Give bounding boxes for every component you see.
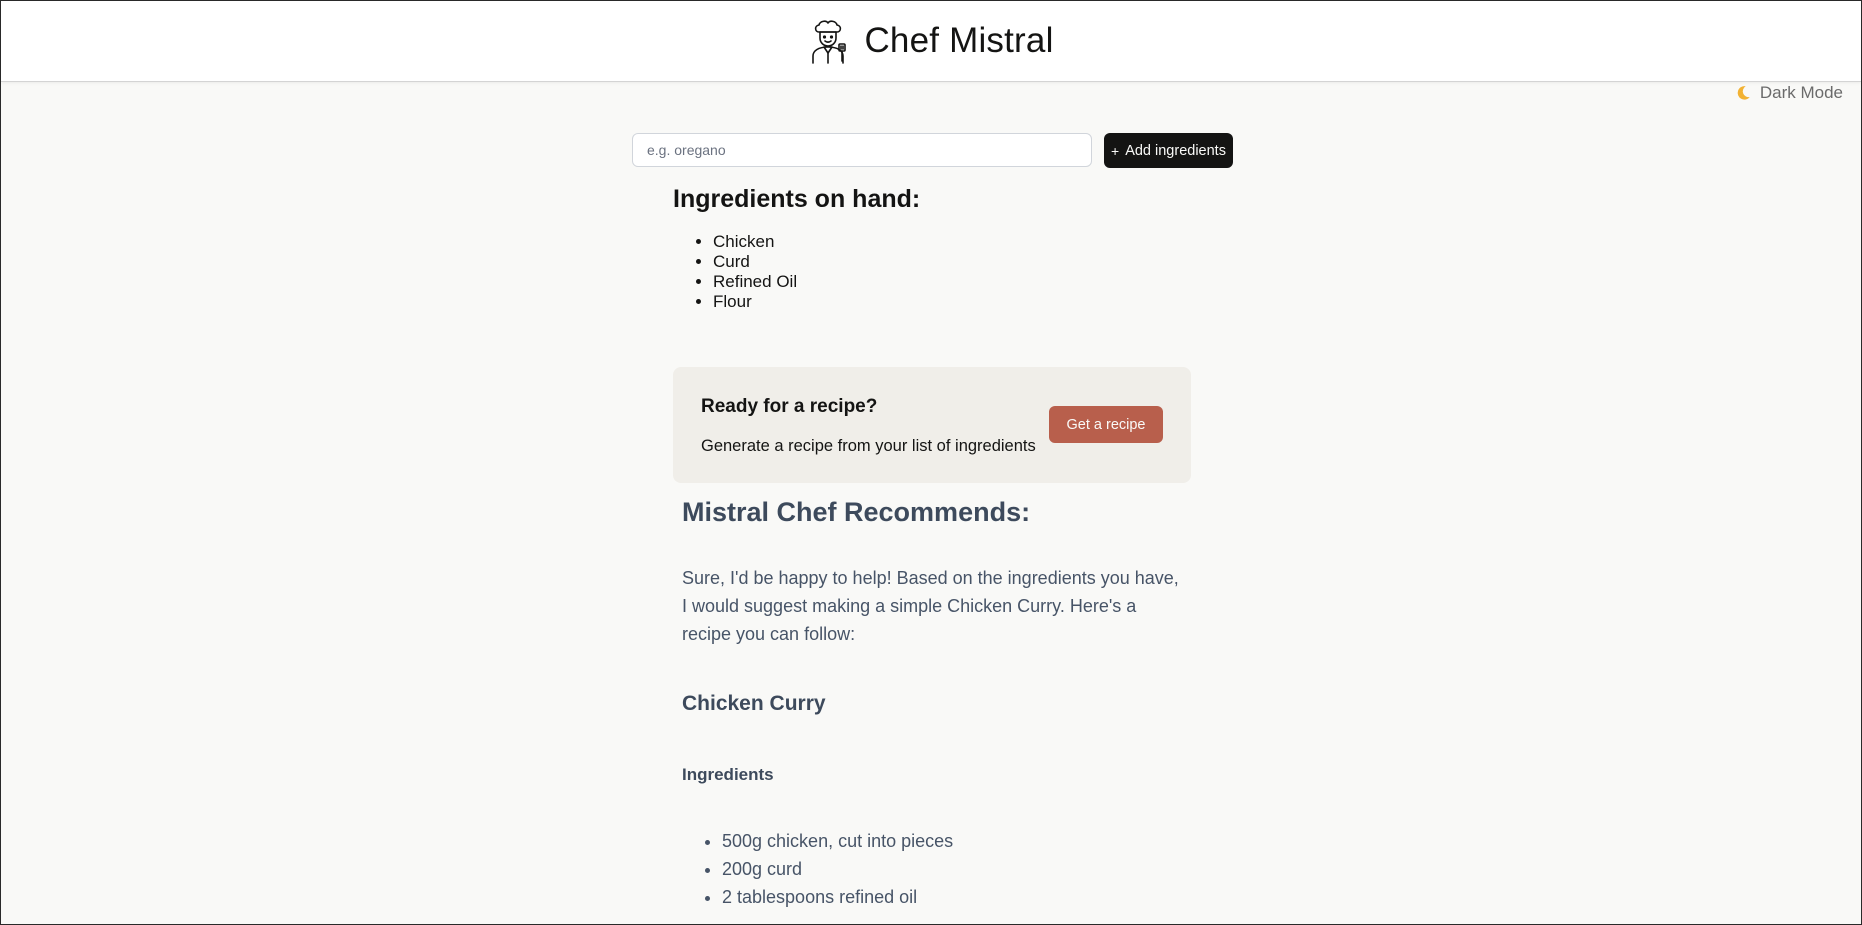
ingredient-item: Curd: [713, 252, 1193, 272]
ingredient-item: Flour: [713, 292, 1193, 312]
recipe-ingredient-item: 2 tablespoons refined oil: [722, 883, 1182, 911]
cta-subtitle: Generate a recipe from your list of ingr…: [701, 437, 1036, 455]
recipe-output: Mistral Chef Recommends: Sure, I'd be ha…: [682, 497, 1182, 911]
ingredient-item: Refined Oil: [713, 272, 1193, 292]
recipe-ingredient-item: 500g chicken, cut into pieces: [722, 827, 1182, 855]
ingredient-item: Chicken: [713, 232, 1193, 252]
recipe-heading: Mistral Chef Recommends:: [682, 497, 1031, 527]
add-ingredients-button[interactable]: + Add ingredients: [1104, 133, 1233, 168]
dish-title: Chicken Curry: [682, 692, 826, 715]
moon-icon: [1737, 86, 1750, 100]
app-title: Chef Mistral: [864, 21, 1054, 60]
chef-icon: [812, 20, 847, 64]
ingredients-on-hand: Ingredients on hand: Chicken Curd Refine…: [673, 185, 1193, 312]
cta-title: Ready for a recipe?: [701, 396, 878, 417]
app-header: Chef Mistral: [1, 1, 1861, 82]
get-recipe-button[interactable]: Get a recipe: [1049, 406, 1163, 443]
recipe-ingredient-item: 200g curd: [722, 855, 1182, 883]
ingredient-list: Chicken Curd Refined Oil Flour: [673, 232, 1193, 312]
recipe-ingredient-list: 500g chicken, cut into pieces 200g curd …: [682, 827, 1182, 911]
dark-mode-toggle[interactable]: Dark Mode: [1734, 83, 1843, 103]
plus-icon: +: [1111, 142, 1120, 159]
on-hand-heading: Ingredients on hand:: [673, 185, 921, 213]
ingredient-input[interactable]: [632, 133, 1092, 167]
recipe-intro: Sure, I'd be happy to help! Based on the…: [682, 568, 1179, 644]
get-recipe-card: Ready for a recipe? Generate a recipe fr…: [673, 367, 1191, 483]
recipe-ingredients-heading: Ingredients: [682, 765, 774, 784]
dark-mode-label: Dark Mode: [1759, 83, 1843, 102]
add-ingredients-label: Add ingredients: [1125, 142, 1226, 159]
add-ingredient-form: + Add ingredients: [632, 133, 1233, 168]
